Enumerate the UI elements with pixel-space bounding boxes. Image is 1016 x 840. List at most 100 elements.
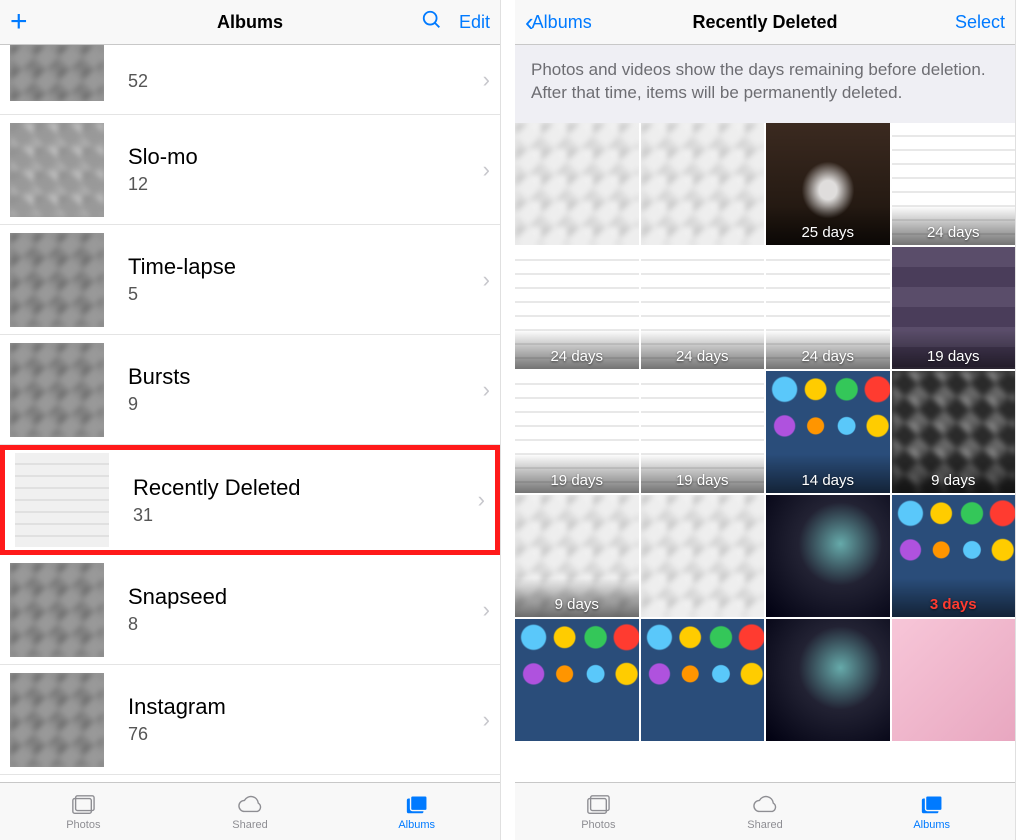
albums-icon [918,793,946,817]
chevron-right-icon: › [483,267,490,293]
nav-title: Recently Deleted [635,12,895,33]
album-thumbnail [10,45,104,101]
albums-screen: + Albums Edit osxdaily.com 52›Slo-mo12›T… [0,0,501,840]
days-remaining-label: 24 days [892,206,1016,245]
tabbar: Photos Shared Albums [0,782,500,840]
nav-title: Albums [120,12,380,33]
tab-label: Shared [747,819,782,831]
photo-grid: 25 days24 days24 days24 days24 days19 da… [515,123,1015,782]
tab-label: Photos [66,819,100,831]
chevron-right-icon: › [483,67,490,93]
add-button[interactable]: + [10,5,28,39]
days-remaining-label: 3 days [892,578,1016,617]
tab-albums[interactable]: Albums [333,783,500,840]
tab-shared[interactable]: Shared [682,783,849,840]
tab-label: Albums [913,819,950,831]
photo-thumbnail[interactable]: 3 days [892,495,1016,617]
chevron-right-icon: › [483,377,490,403]
album-name: Time-lapse [128,254,483,280]
photo-thumbnail[interactable]: 24 days [641,247,765,369]
photo-thumbnail[interactable] [641,123,765,245]
days-remaining-label: 25 days [766,206,890,245]
chevron-right-icon: › [483,707,490,733]
photo-thumbnail[interactable] [641,619,765,741]
days-remaining-label: 14 days [766,454,890,493]
album-list: 52›Slo-mo12›Time-lapse5›Bursts9›Recently… [0,45,500,782]
cloud-icon [751,793,779,817]
album-name: Slo-mo [128,144,483,170]
photo-thumbnail[interactable]: 9 days [515,495,639,617]
album-thumbnail [10,563,104,657]
days-remaining-label: 24 days [766,330,890,369]
album-row[interactable]: Slo-mo 12› [0,115,500,225]
album-count: 9 [128,394,483,415]
tab-photos[interactable]: Photos [515,783,682,840]
photo-thumbnail[interactable] [641,495,765,617]
days-remaining-label: 19 days [892,330,1016,369]
album-name: Bursts [128,364,483,390]
tabbar: Photos Shared Albums [515,782,1015,840]
info-banner: Photos and videos show the days remainin… [515,45,1015,123]
photo-thumbnail[interactable] [515,123,639,245]
tab-shared[interactable]: Shared [167,783,334,840]
album-text: Slo-mo 12 [128,144,483,195]
photo-thumbnail[interactable]: 24 days [892,123,1016,245]
tab-photos[interactable]: Photos [0,783,167,840]
photo-thumbnail[interactable]: 19 days [892,247,1016,369]
album-row[interactable]: Snapseed 8› [0,555,500,665]
photo-thumbnail[interactable]: 25 days [766,123,890,245]
album-name: Recently Deleted [133,475,478,501]
photo-thumbnail[interactable]: 19 days [641,371,765,493]
photo-thumbnail[interactable]: 24 days [766,247,890,369]
album-count: 12 [128,174,483,195]
album-text: Snapseed 8 [128,584,483,635]
days-remaining-label: 9 days [515,578,639,617]
album-thumbnail [10,343,104,437]
tab-label: Albums [398,819,435,831]
album-count: 31 [133,505,478,526]
albums-icon [403,793,431,817]
days-remaining-label: 24 days [515,330,639,369]
days-remaining-label: 19 days [641,454,765,493]
photos-icon [69,793,97,817]
photo-thumbnail[interactable] [766,619,890,741]
days-remaining-label: 19 days [515,454,639,493]
navbar: ‹ Albums Recently Deleted Select [515,0,1015,45]
album-text: Recently Deleted 31 [133,475,478,526]
photo-thumbnail[interactable] [515,619,639,741]
photo-thumbnail[interactable]: 14 days [766,371,890,493]
photo-thumbnail[interactable] [892,619,1016,741]
album-thumbnail [10,673,104,767]
back-button[interactable]: ‹ Albums [525,9,592,35]
navbar: + Albums Edit [0,0,500,45]
select-button[interactable]: Select [955,12,1005,33]
album-text: Instagram76 [128,694,483,745]
album-count: 8 [128,614,483,635]
chevron-right-icon: › [483,597,490,623]
tab-albums[interactable]: Albums [848,783,1015,840]
album-text: Bursts 9 [128,364,483,415]
recently-deleted-screen: ‹ Albums Recently Deleted Select Photos … [515,0,1016,840]
album-count: 5 [128,284,483,305]
chevron-right-icon: › [483,157,490,183]
photo-thumbnail[interactable]: 19 days [515,371,639,493]
photo-thumbnail[interactable]: 9 days [892,371,1016,493]
album-row[interactable]: Time-lapse 5› [0,225,500,335]
tab-label: Photos [581,819,615,831]
photos-icon [584,793,612,817]
album-row[interactable]: Bursts 9› [0,335,500,445]
search-icon[interactable] [421,9,443,36]
album-row[interactable]: 52› [0,45,500,115]
back-label: Albums [532,12,592,33]
days-remaining-label: 9 days [892,454,1016,493]
album-row[interactable]: Instagram76› [0,665,500,775]
edit-button[interactable]: Edit [459,12,490,33]
album-thumbnail [15,453,109,547]
album-text: Time-lapse 5 [128,254,483,305]
chevron-right-icon: › [478,487,485,513]
album-name: Snapseed [128,584,483,610]
album-thumbnail [10,233,104,327]
photo-thumbnail[interactable]: 24 days [515,247,639,369]
album-row[interactable]: Recently Deleted 31› [0,445,500,555]
photo-thumbnail[interactable] [766,495,890,617]
